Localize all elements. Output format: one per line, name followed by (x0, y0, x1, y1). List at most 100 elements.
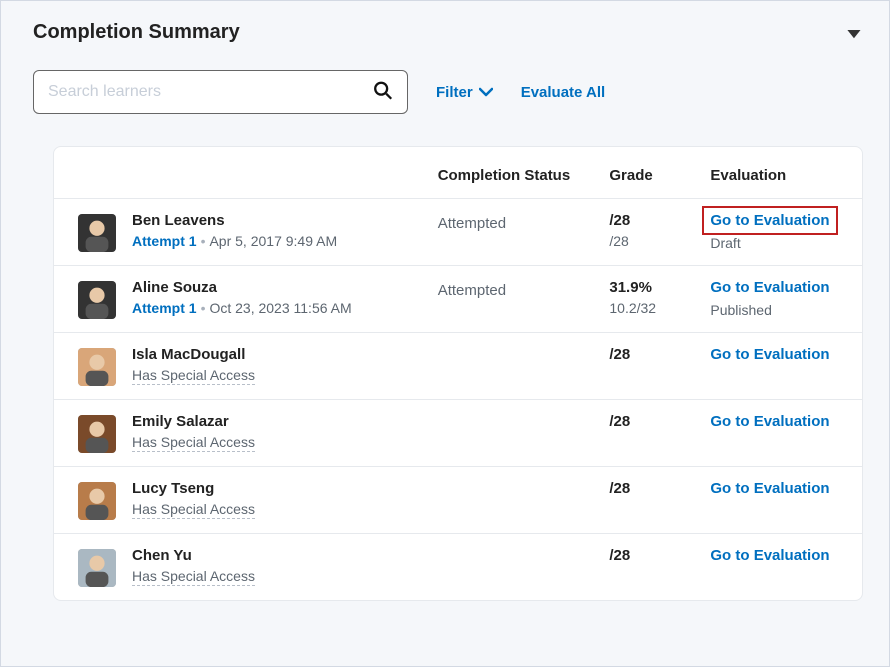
go-to-evaluation-link[interactable]: Go to Evaluation (710, 547, 829, 564)
table-row: Isla MacDougall Has Special Access/28 Go t… (54, 333, 862, 400)
status-text (438, 547, 590, 550)
go-to-evaluation-link[interactable]: Go to Evaluation (710, 279, 829, 296)
summary-card: Completion Status Grade Evaluation Ben L… (53, 146, 863, 601)
evaluation-status: Draft (710, 235, 852, 251)
status-cell (428, 534, 600, 601)
avatar[interactable] (78, 281, 116, 319)
avatar[interactable] (78, 549, 116, 587)
attempt-line: Attempt 1•Oct 23, 2023 11:56 AM (132, 300, 352, 316)
table-row: Ben Leavens Attempt 1•Apr 5, 2017 9:49 AM… (54, 199, 862, 266)
special-access-label[interactable]: Has Special Access (132, 568, 255, 586)
status-text (438, 346, 590, 349)
chevron-down-icon (479, 84, 493, 101)
filter-label: Filter (436, 84, 473, 101)
attempt-link[interactable]: Attempt 1 (132, 233, 197, 249)
special-access-label[interactable]: Has Special Access (132, 367, 255, 385)
summary-table: Completion Status Grade Evaluation Ben L… (54, 147, 862, 600)
grade-main: /28 (609, 346, 690, 363)
learner-name[interactable]: Isla MacDougall (132, 346, 255, 363)
attempt-date: Oct 23, 2023 11:56 AM (209, 300, 351, 316)
learner-name[interactable]: Emily Salazar (132, 413, 255, 430)
attempt-link[interactable]: Attempt 1 (132, 300, 197, 316)
special-access-label[interactable]: Has Special Access (132, 501, 255, 519)
learner-cell: Aline Souza Attempt 1•Oct 23, 2023 11:56 … (54, 266, 428, 333)
go-to-evaluation-link[interactable]: Go to Evaluation (710, 413, 829, 430)
learner-name[interactable]: Aline Souza (132, 279, 352, 296)
grade-main: /28 (609, 547, 690, 564)
filter-button[interactable]: Filter (436, 84, 493, 101)
attempt-line: Attempt 1•Apr 5, 2017 9:49 AM (132, 233, 337, 249)
evaluate-all-button[interactable]: Evaluate All (521, 84, 605, 101)
status-text: Attempted (438, 212, 590, 232)
status-text (438, 480, 590, 483)
learner-info: Emily Salazar Has Special Access (132, 413, 255, 452)
grade-main: 31.9% (609, 279, 690, 296)
learner-cell: Chen Yu Has Special Access (54, 534, 428, 601)
dot-separator-icon: • (201, 300, 206, 316)
evaluation-cell: Go to EvaluationPublished (700, 266, 862, 333)
search-input[interactable] (33, 70, 408, 114)
learner-name[interactable]: Lucy Tseng (132, 480, 255, 497)
table-row: Lucy Tseng Has Special Access/28 Go to Eva… (54, 467, 862, 534)
table-row: Emily Salazar Has Special Access/28 Go to … (54, 400, 862, 467)
grade-cell: /28 (599, 534, 700, 601)
completion-summary-panel: Completion Summary ▼ Filter Evaluate All (0, 0, 890, 667)
grade-cell: /28 (599, 400, 700, 467)
col-learner (54, 147, 428, 199)
grade-main: /28 (609, 480, 690, 497)
col-evaluation: Evaluation (700, 147, 862, 199)
avatar[interactable] (78, 482, 116, 520)
evaluation-cell: Go to Evaluation (700, 467, 862, 534)
evaluation-cell: Go to Evaluation Draft (700, 199, 862, 266)
learner-cell: Isla MacDougall Has Special Access (54, 333, 428, 400)
grade-cell: /28/28 (599, 199, 700, 266)
attempt-date: Apr 5, 2017 9:49 AM (209, 233, 337, 249)
grade-cell: 31.9% 10.2/32 (599, 266, 700, 333)
status-cell (428, 467, 600, 534)
grade-sub: 10.2/32 (609, 300, 690, 316)
go-to-evaluation-link[interactable]: Go to Evaluation (710, 346, 829, 363)
header-bar: Completion Summary ▼ (1, 1, 889, 48)
special-access-label[interactable]: Has Special Access (132, 434, 255, 452)
learner-name[interactable]: Ben Leavens (132, 212, 337, 229)
learner-info: Lucy Tseng Has Special Access (132, 480, 255, 519)
go-to-evaluation-link[interactable]: Go to Evaluation (710, 480, 829, 497)
avatar[interactable] (78, 415, 116, 453)
evaluation-cell: Go to Evaluation (700, 333, 862, 400)
learner-info: Aline Souza Attempt 1•Oct 23, 2023 11:56 … (132, 279, 352, 316)
evaluation-cell: Go to Evaluation (700, 534, 862, 601)
status-cell (428, 400, 600, 467)
learner-cell: Lucy Tseng Has Special Access (54, 467, 428, 534)
learner-info: Isla MacDougall Has Special Access (132, 346, 255, 385)
evaluation-cell: Go to Evaluation (700, 400, 862, 467)
dot-separator-icon: • (201, 233, 206, 249)
table-row: Aline Souza Attempt 1•Oct 23, 2023 11:56 … (54, 266, 862, 333)
page-title: Completion Summary (33, 21, 240, 44)
learner-cell: Ben Leavens Attempt 1•Apr 5, 2017 9:49 AM (54, 199, 428, 266)
status-cell: Attempted (428, 266, 600, 333)
grade-cell: /28 (599, 333, 700, 400)
search-wrapper (33, 70, 408, 114)
grade-main: /28 (609, 212, 690, 229)
toolbar: Filter Evaluate All (1, 48, 889, 128)
table-row: Chen Yu Has Special Access/28 Go to Evalua… (54, 534, 862, 601)
col-grade: Grade (599, 147, 700, 199)
grade-main: /28 (609, 413, 690, 430)
learner-info: Chen Yu Has Special Access (132, 547, 255, 586)
table-header-row: Completion Status Grade Evaluation (54, 147, 862, 199)
go-to-evaluation-link[interactable]: Go to Evaluation (704, 208, 835, 233)
avatar[interactable] (78, 214, 116, 252)
search-button[interactable] (368, 76, 398, 109)
learner-cell: Emily Salazar Has Special Access (54, 400, 428, 467)
grade-sub: /28 (609, 233, 690, 249)
status-text: Attempted (438, 279, 590, 299)
status-text (438, 413, 590, 416)
status-cell (428, 333, 600, 400)
status-cell: Attempted (428, 199, 600, 266)
collapse-icon[interactable]: ▼ (843, 25, 865, 41)
search-icon (372, 80, 394, 102)
avatar[interactable] (78, 348, 116, 386)
learner-name[interactable]: Chen Yu (132, 547, 255, 564)
learner-info: Ben Leavens Attempt 1•Apr 5, 2017 9:49 AM (132, 212, 337, 249)
col-status: Completion Status (428, 147, 600, 199)
